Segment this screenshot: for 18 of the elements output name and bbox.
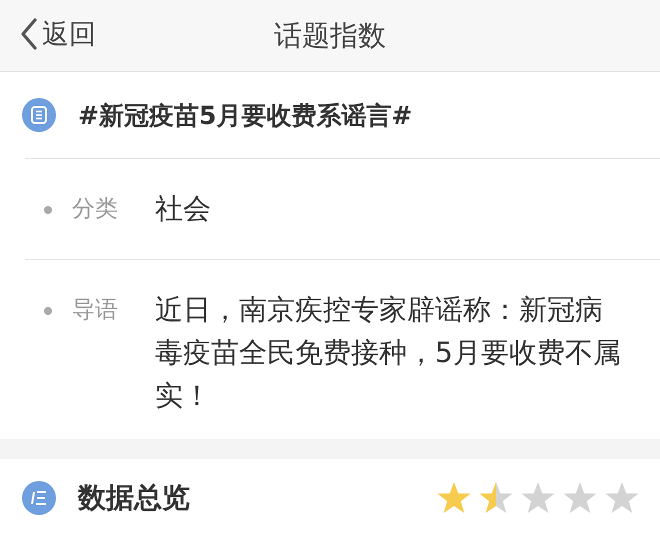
- section-title: 数据总览: [78, 480, 190, 516]
- back-button[interactable]: 返回: [20, 16, 96, 52]
- bullet-dot: [44, 206, 52, 214]
- star-icon: [562, 481, 598, 515]
- star-icon: [604, 481, 640, 515]
- field-label: 导语: [72, 296, 119, 325]
- star-icon: [520, 481, 556, 515]
- back-chevron-icon: [20, 17, 38, 51]
- page-title: 话题指数: [274, 18, 386, 54]
- field-value: 社会: [155, 191, 212, 227]
- list-icon: [22, 481, 56, 515]
- field-value: 近日，南京疾控专家辟谣称：新冠病毒疫苗全民免费接种，5月要收费不属实！: [155, 292, 621, 414]
- bullet-dot: [44, 307, 52, 315]
- star-icon: [478, 481, 514, 515]
- topic-title: #新冠疫苗5月要收费系谣言#: [78, 100, 412, 132]
- field-label: 分类: [72, 195, 119, 224]
- list-icon: [22, 98, 56, 132]
- star-icon: [436, 481, 472, 515]
